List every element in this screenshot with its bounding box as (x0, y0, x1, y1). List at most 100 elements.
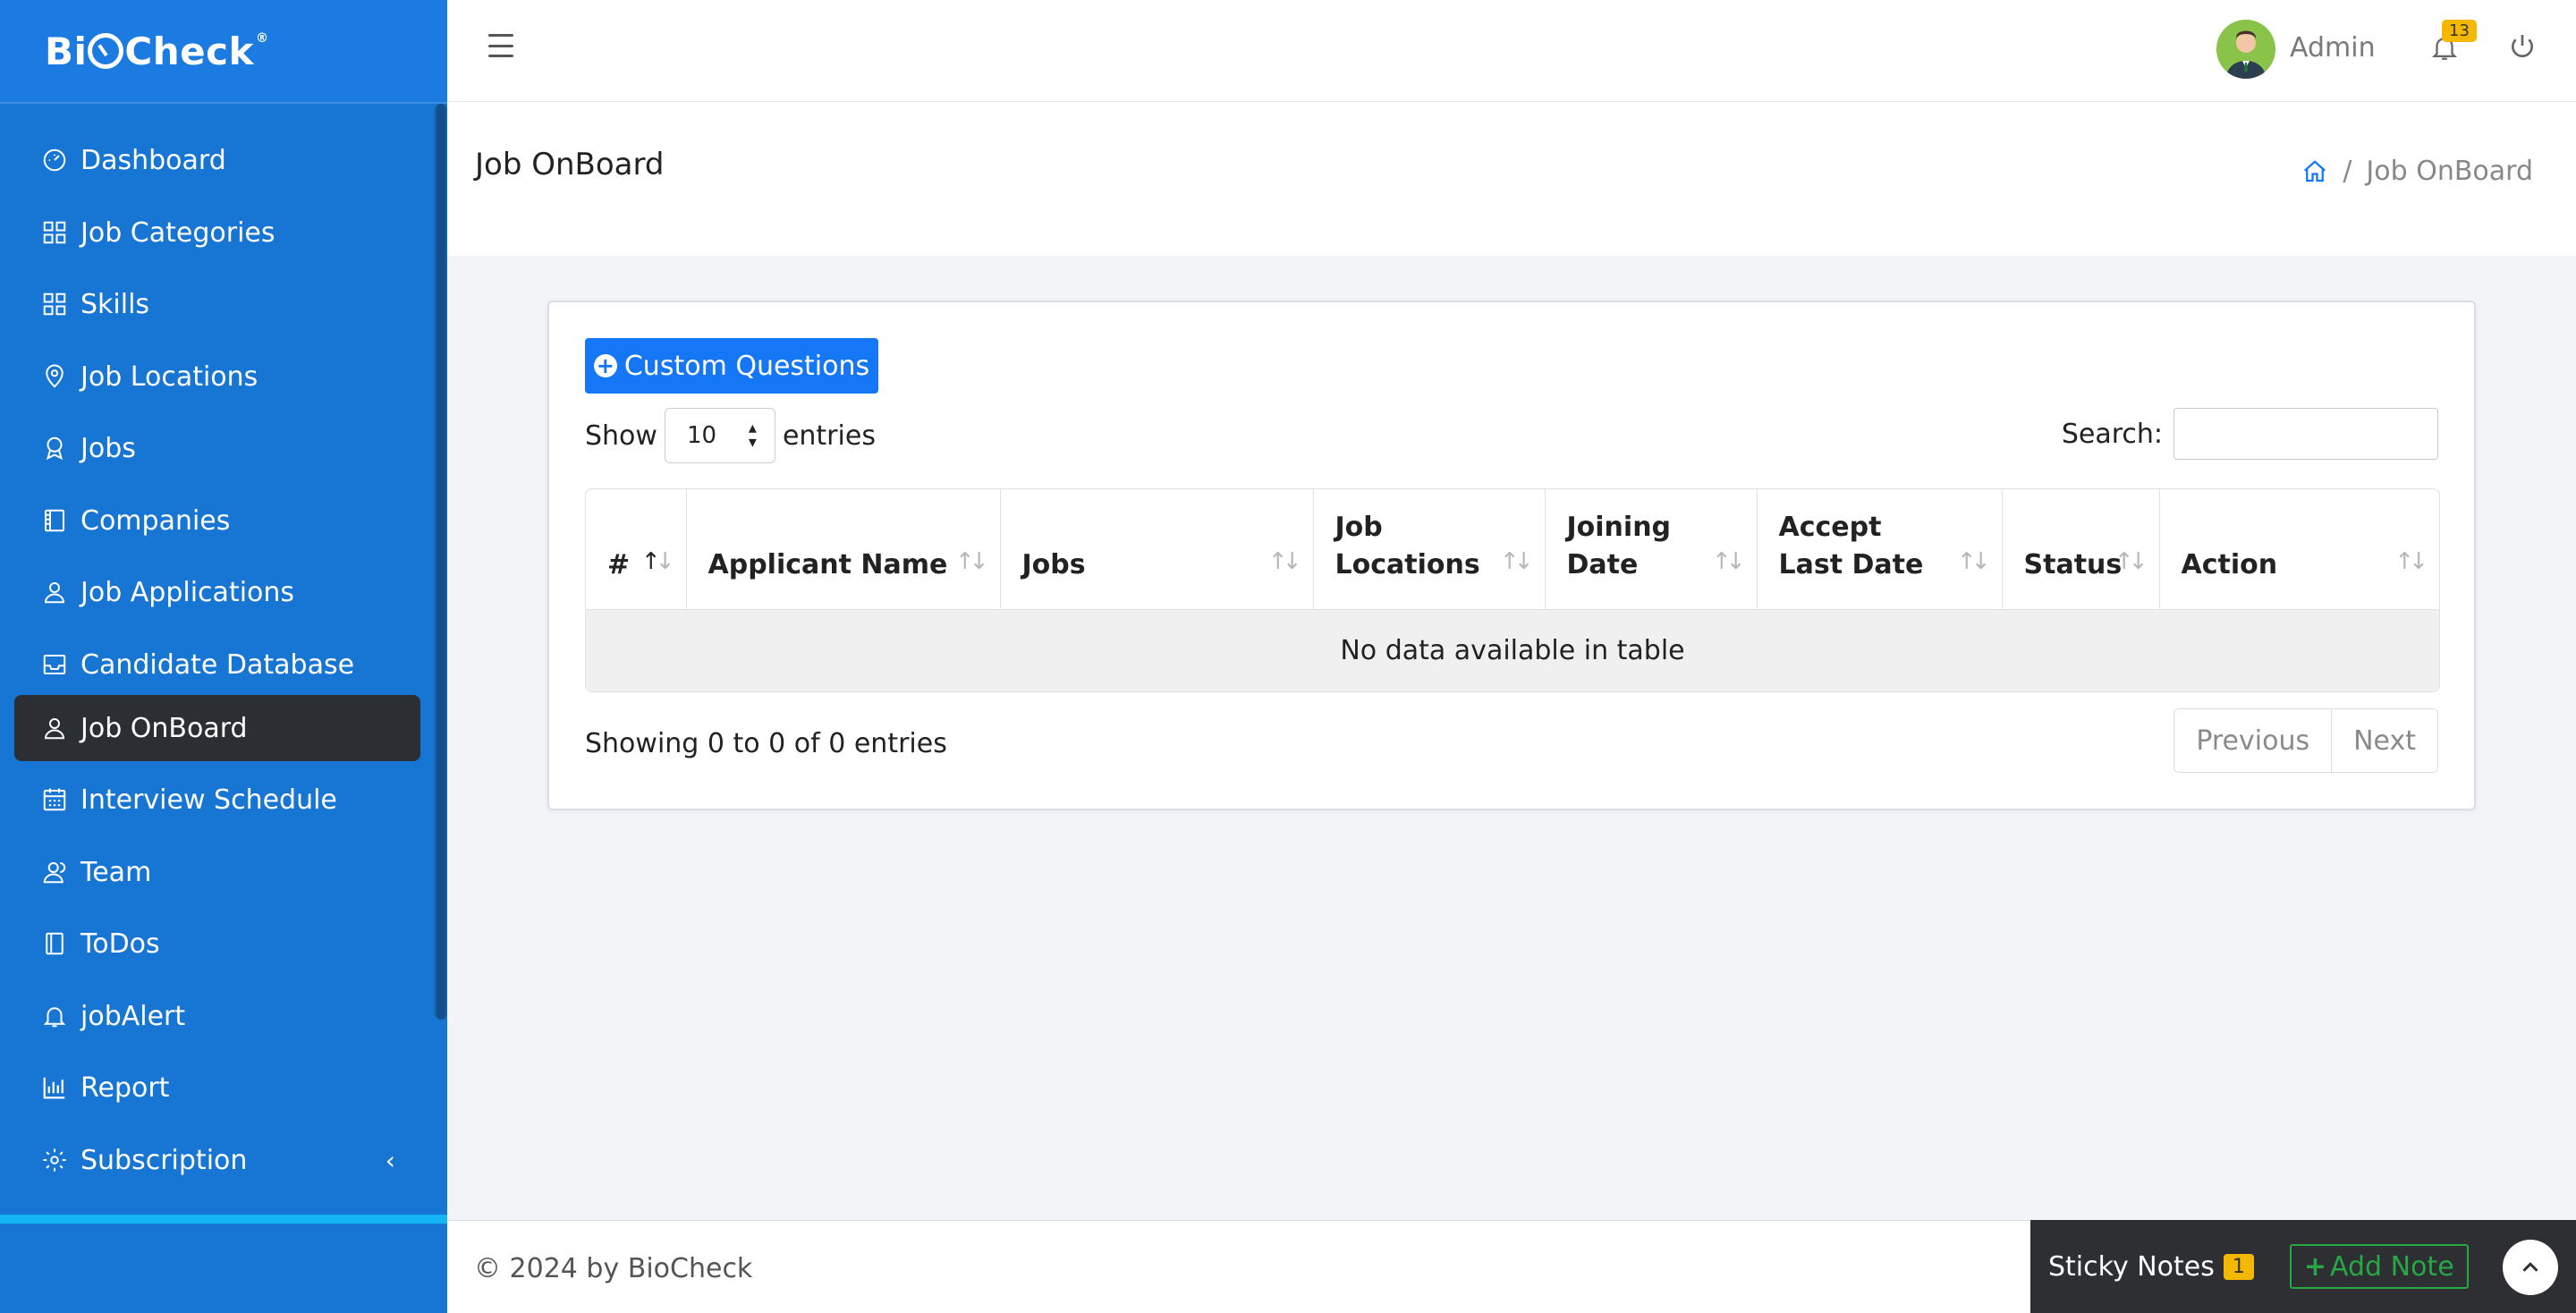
sidebar-item-companies[interactable]: Companies (14, 487, 420, 554)
sort-icon: ↑↓ (2394, 547, 2428, 575)
chevron-left-icon: ‹ (385, 1145, 395, 1175)
onboard-table: # ↑↓ Applicant Name ↑↓ Jobs ↑↓ Job Location… (585, 488, 2440, 692)
add-note-button[interactable]: + Add Note (2289, 1244, 2469, 1289)
sort-asc-icon: ↑↓ (640, 547, 675, 575)
custom-questions-button[interactable]: + Custom Questions (585, 338, 878, 394)
sidebar-item-report[interactable]: Report (14, 1055, 420, 1121)
sidebar-nav: Dashboard Job Categories Skills Job Loca… (0, 104, 447, 1213)
sidebar-item-job-categories[interactable]: Job Categories (14, 199, 420, 266)
column-header-applicant-name[interactable]: Applicant Name ↑↓ (686, 489, 1001, 610)
top-header: Admin 13 (447, 0, 2576, 102)
speedometer-icon (41, 147, 68, 174)
chevron-up-icon (2522, 1262, 2538, 1272)
copyright-text: © 2024 by BioCheck (474, 1253, 753, 1284)
sidebar-item-label: Interview Schedule (80, 784, 337, 816)
team-icon (41, 859, 68, 885)
sidebar-item-skills[interactable]: Skills (14, 271, 420, 337)
next-page-button[interactable]: Next (2331, 709, 2437, 772)
column-header-jobs[interactable]: Jobs ↑↓ (1000, 489, 1314, 610)
user-icon (41, 715, 68, 741)
sidebar-item-team[interactable]: Team (14, 839, 420, 905)
empty-table-message: No data available in table (586, 609, 2439, 691)
scroll-to-top-button[interactable] (2503, 1240, 2558, 1295)
sidebar-item-label: ToDos (80, 928, 160, 960)
column-header-number[interactable]: # ↑↓ (586, 489, 687, 610)
entries-length-control: Show 10 ▴ ▾ entries (585, 408, 876, 463)
inbox-icon (41, 651, 68, 678)
table-row: No data available in table (586, 609, 2439, 691)
page-title: Job OnBoard (475, 147, 665, 182)
bar-chart-icon (41, 1074, 68, 1101)
sidebar-item-interview-schedule[interactable]: Interview Schedule (14, 767, 420, 833)
search-input[interactable] (2174, 408, 2438, 460)
bell-icon (41, 1003, 68, 1029)
sidebar-item-jobalert[interactable]: jobAlert (14, 983, 420, 1049)
sidebar-item-label: Job Applications (80, 576, 295, 608)
sidebar-item-label: Team (80, 856, 152, 888)
logo-bar: Bi Check ® (0, 0, 447, 104)
table-info: Showing 0 to 0 of 0 entries (585, 728, 947, 759)
grid-icon (41, 291, 68, 318)
column-header-accept-last-date[interactable]: Accept Last Date ↑↓ (1757, 489, 2003, 610)
sidebar-scrollbar-thumb[interactable] (436, 104, 445, 1020)
entries-select[interactable]: 10 ▴ ▾ (664, 408, 775, 463)
sidebar-scrollbar[interactable] (435, 104, 447, 1020)
job-onboard-card: + Custom Questions Show 10 ▴ ▾ entries Se… (547, 301, 2476, 810)
gear-icon (41, 1147, 68, 1173)
sidebar-item-label: Companies (80, 504, 231, 537)
sidebar-item-label: jobAlert (80, 1000, 186, 1032)
building-icon (41, 507, 68, 534)
user-icon (41, 579, 68, 606)
sidebar: Bi Check ® Dashboard Job Categories Skills… (0, 0, 447, 1313)
column-header-joining-date[interactable]: Joining Date ↑↓ (1545, 489, 1758, 610)
sticky-notes-bar: Sticky Notes 1 + Add Note (2030, 1220, 2576, 1313)
home-icon[interactable] (2301, 158, 2328, 185)
sort-icon: ↑↓ (2114, 547, 2148, 575)
plus-circle-icon: + (593, 354, 617, 377)
sort-icon: ↑↓ (1711, 547, 1745, 575)
sidebar-item-label: Subscription (80, 1144, 248, 1176)
select-updown-icon: ▴ ▾ (748, 418, 757, 452)
sidebar-item-candidate-database[interactable]: Candidate Database (14, 631, 420, 698)
avatar[interactable] (2216, 20, 2275, 79)
sidebar-item-todos[interactable]: ToDos (14, 911, 420, 977)
notebook-icon (41, 930, 68, 957)
pagination: Previous Next (2174, 708, 2438, 773)
column-header-status[interactable]: Status ↑↓ (2002, 489, 2160, 610)
column-header-job-locations[interactable]: Job Locations ↑↓ (1313, 489, 1546, 610)
power-icon[interactable] (2508, 30, 2538, 63)
sidebar-item-jobs[interactable]: Jobs (14, 415, 420, 481)
sidebar-bottom-bar (0, 1215, 447, 1313)
breadcrumb-current: Job OnBoard (2366, 156, 2533, 187)
sidebar-item-label: Skills (80, 288, 150, 320)
badge-icon (41, 435, 68, 462)
sort-icon: ↑↓ (1956, 547, 1990, 575)
sidebar-item-label: Job Locations (80, 360, 258, 393)
sticky-notes-count-badge: 1 (2223, 1253, 2254, 1280)
sidebar-item-dashboard[interactable]: Dashboard (14, 127, 420, 193)
biocheck-logo[interactable]: Bi Check ® (45, 30, 268, 73)
breadcrumb: / Job OnBoard (2301, 156, 2533, 187)
sidebar-item-job-onboard[interactable]: Job OnBoard (14, 695, 420, 761)
user-name[interactable]: Admin (2290, 32, 2376, 64)
location-pin-icon (41, 363, 68, 390)
clock-icon (88, 33, 124, 69)
sort-icon: ↑↓ (1499, 547, 1533, 575)
sticky-notes-label[interactable]: Sticky Notes (2048, 1251, 2215, 1283)
notification-count-badge: 13 (2442, 20, 2477, 42)
sort-icon: ↑↓ (1267, 547, 1301, 575)
table-search: Search: (2062, 408, 2438, 460)
sidebar-item-label: Job Categories (80, 216, 275, 249)
plus-icon: + (2303, 1250, 2327, 1283)
column-header-action[interactable]: Action ↑↓ (2159, 489, 2439, 610)
previous-page-button[interactable]: Previous (2174, 709, 2332, 772)
menu-toggle-icon[interactable] (488, 34, 513, 57)
sidebar-item-label: Job OnBoard (80, 712, 248, 744)
sort-icon: ↑↓ (954, 547, 988, 575)
sidebar-item-job-applications[interactable]: Job Applications (14, 559, 420, 625)
sidebar-item-label: Jobs (80, 432, 136, 464)
page-header: Job OnBoard / Job OnBoard (447, 102, 2576, 256)
sidebar-item-label: Candidate Database (80, 648, 355, 681)
sidebar-item-job-locations[interactable]: Job Locations (14, 343, 420, 410)
sidebar-item-subscription[interactable]: Subscription ‹ (14, 1127, 420, 1193)
